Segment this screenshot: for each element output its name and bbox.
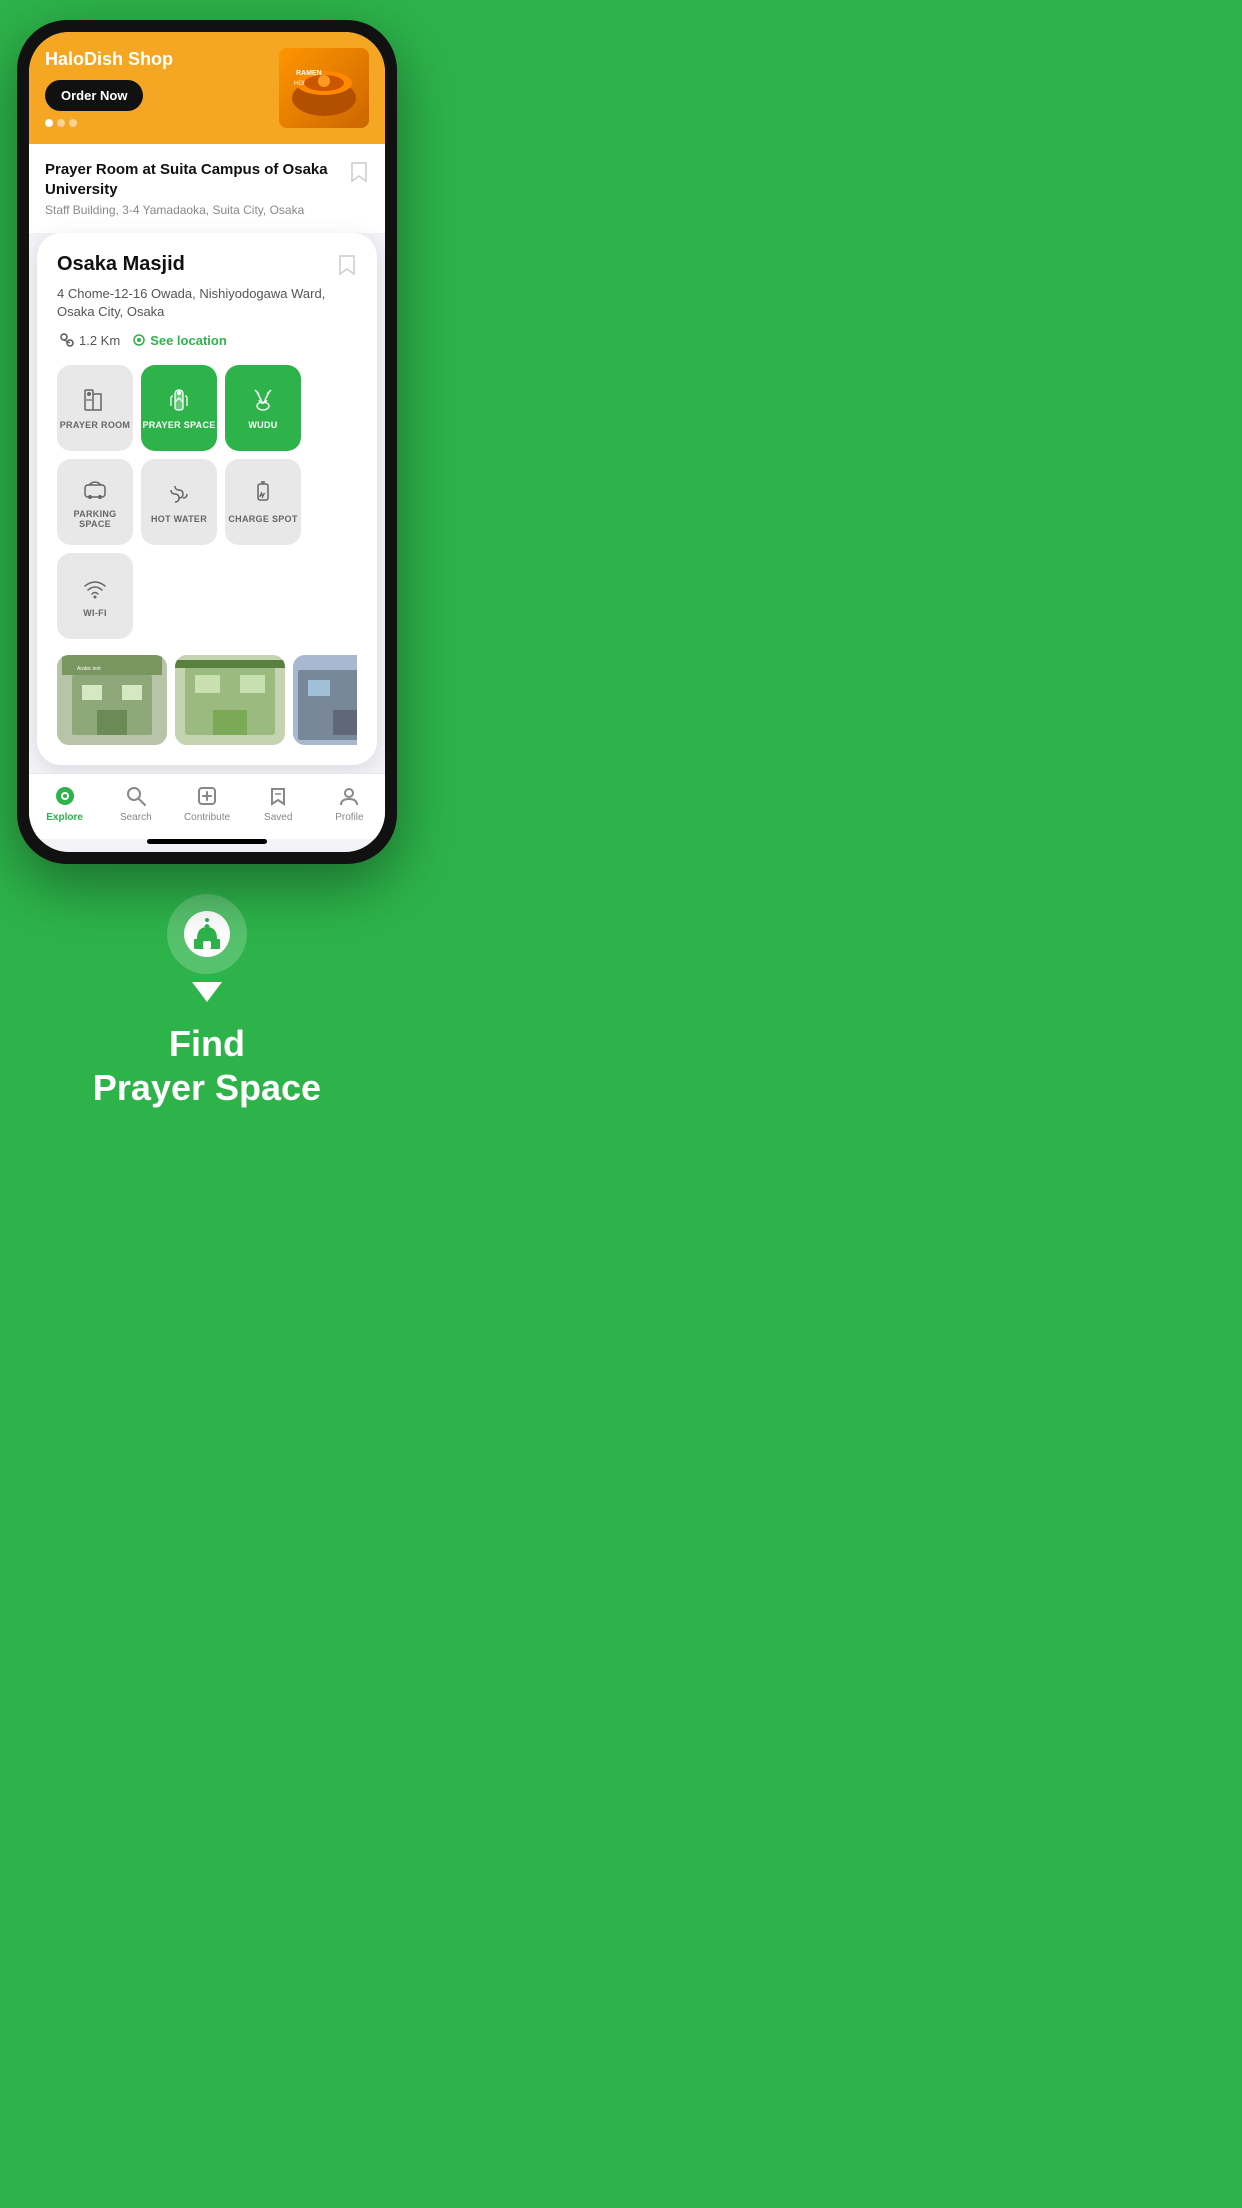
- photo-2: [175, 655, 285, 745]
- amenity-parking[interactable]: PARKING SPACE: [57, 459, 133, 545]
- mosque-logo-svg: [182, 909, 232, 959]
- bookmark-icon[interactable]: [349, 160, 369, 184]
- mosque-logo-circle: [167, 894, 247, 974]
- prayer-mini-content: Prayer Room at Suita Campus of Osaka Uni…: [45, 160, 349, 217]
- prayer-room-icon: [81, 386, 109, 414]
- amenity-wifi[interactable]: WI-FI: [57, 553, 133, 639]
- wifi-icon: [81, 574, 109, 602]
- order-now-button[interactable]: Order Now: [45, 80, 143, 111]
- amenity-charge-spot[interactable]: CHARGE SPOT: [225, 459, 301, 545]
- wudu-icon: [249, 386, 277, 414]
- home-indicator: [147, 839, 267, 844]
- search-label: Search: [120, 812, 152, 823]
- explore-label: Explore: [46, 812, 83, 823]
- shop-name: HaloDish Shop: [45, 49, 279, 70]
- branding-prayer: Prayer Space: [93, 1066, 321, 1109]
- logo-pointer-triangle: [192, 982, 222, 1002]
- prayer-space-label: PRAYER SPACE: [142, 420, 215, 431]
- masjid-name: Osaka Masjid: [57, 253, 185, 276]
- charge-spot-label: CHARGE SPOT: [228, 514, 297, 525]
- photo-3: [293, 655, 357, 745]
- branding-section: Find Prayer Space: [73, 864, 341, 1148]
- contribute-label: Contribute: [184, 812, 230, 823]
- contribute-icon: [195, 784, 219, 808]
- dot-1: [45, 119, 53, 127]
- banner-content: HaloDish Shop Order Now: [45, 49, 279, 127]
- explore-icon: [53, 784, 77, 808]
- location-pin-icon: [57, 331, 75, 349]
- dot-2: [57, 119, 65, 127]
- parking-label: PARKING SPACE: [57, 509, 133, 531]
- svg-text:Arabic text: Arabic text: [77, 666, 101, 672]
- main-card: Osaka Masjid 4 Chome-12-16 Owada, Nishiy…: [37, 233, 377, 765]
- nav-search[interactable]: Search: [100, 784, 171, 823]
- card-header: Osaka Masjid: [57, 253, 357, 277]
- nav-contribute[interactable]: Contribute: [171, 784, 242, 823]
- location-circle-icon: [132, 333, 146, 347]
- prayer-mini-address: Staff Building, 3-4 Yamadaoka, Suita Cit…: [45, 203, 349, 217]
- see-location-link[interactable]: See location: [132, 333, 227, 348]
- distance-display: 1.2 Km: [57, 331, 120, 349]
- wifi-label: WI-FI: [83, 608, 107, 619]
- banner-image: RAMEN HONOLU: [279, 48, 369, 128]
- nav-saved[interactable]: Saved: [243, 784, 314, 823]
- amenity-hot-water[interactable]: HOT WATER: [141, 459, 217, 545]
- prayer-space-icon: [165, 386, 193, 414]
- profile-icon: [337, 784, 361, 808]
- search-icon: [124, 784, 148, 808]
- dot-3: [69, 119, 77, 127]
- distance-value: 1.2 Km: [79, 333, 120, 348]
- prayer-mini-card: Prayer Room at Suita Campus of Osaka Uni…: [29, 144, 385, 233]
- nav-explore[interactable]: Explore: [29, 784, 100, 823]
- saved-icon: [266, 784, 290, 808]
- prayer-room-label: PRAYER ROOM: [60, 420, 130, 431]
- masjid-address: 4 Chome-12-16 Owada, Nishiyodogawa Ward,…: [57, 285, 357, 321]
- hot-water-label: HOT WATER: [151, 514, 207, 525]
- phone-screen: HaloDish Shop Order Now RAMEN HONOLU: [29, 32, 385, 852]
- amenity-prayer-space[interactable]: PRAYER SPACE: [141, 365, 217, 451]
- branding-find: Find: [169, 1022, 245, 1065]
- profile-label: Profile: [335, 812, 363, 823]
- photo-1: Arabic text: [57, 655, 167, 745]
- see-location-label: See location: [150, 333, 227, 348]
- phone-frame: HaloDish Shop Order Now RAMEN HONOLU: [17, 20, 397, 864]
- photos-row[interactable]: Arabic text: [57, 655, 357, 745]
- prayer-mini-title: Prayer Room at Suita Campus of Osaka Uni…: [45, 160, 349, 199]
- saved-label: Saved: [264, 812, 292, 823]
- save-bookmark-icon[interactable]: [337, 253, 357, 277]
- amenity-prayer-room[interactable]: PRAYER ROOM: [57, 365, 133, 451]
- hot-water-icon: [165, 480, 193, 508]
- parking-icon: [81, 475, 109, 503]
- location-row: 1.2 Km See location: [57, 331, 357, 349]
- carousel-dots: [45, 119, 279, 127]
- top-banner: HaloDish Shop Order Now RAMEN HONOLU: [29, 32, 385, 144]
- charge-spot-icon: [249, 480, 277, 508]
- amenities-grid: PRAYER ROOM PRAYER SPACE: [57, 365, 357, 639]
- nav-profile[interactable]: Profile: [314, 784, 385, 823]
- wudu-label: WUDU: [248, 420, 277, 431]
- bottom-nav: Explore Search: [29, 773, 385, 839]
- amenity-wudu[interactable]: WUDU: [225, 365, 301, 451]
